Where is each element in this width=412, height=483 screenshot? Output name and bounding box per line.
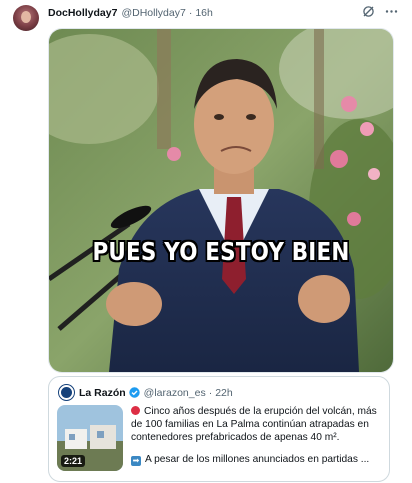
quote-author-handle: @larazon_es — [143, 386, 206, 399]
avatar[interactable] — [13, 5, 39, 31]
quote-author-name: La Razón — [79, 386, 126, 399]
author-name[interactable]: DocHollyday7 — [48, 7, 117, 19]
quote-avatar[interactable] — [59, 385, 74, 400]
quote-video-thumbnail[interactable]: 2:21 — [57, 405, 123, 471]
quote-text-line-2: ➡ A pesar de los millones anunciados en p… — [131, 454, 370, 466]
quote-timestamp: 22h — [215, 386, 233, 399]
quote-text: Cinco años después de la erupción del vo… — [131, 405, 383, 466]
right-arrow-icon: ➡ — [131, 456, 141, 466]
video-duration: 2:21 — [61, 455, 86, 467]
separator-dot: · — [188, 7, 193, 19]
tweet-header: DocHollyday7 @DHollyday7 · 16h — [48, 4, 402, 22]
quote-header: La Razón @larazon_es · 22h — [79, 385, 233, 400]
more-icon[interactable] — [385, 5, 398, 18]
timestamp[interactable]: 16h — [195, 7, 213, 19]
quoted-tweet[interactable]: La Razón @larazon_es · 22h 2:21 Cinco añ… — [48, 376, 390, 482]
verified-badge-icon — [128, 387, 140, 398]
grok-icon[interactable] — [362, 5, 375, 18]
tweet[interactable]: DocHollyday7 @DHollyday7 · 16h PUES YO E… — [0, 0, 412, 483]
tweet-media-image[interactable]: PUES YO ESTOY BIEN — [48, 28, 394, 373]
separator-dot: · — [208, 386, 213, 399]
author-handle[interactable]: @DHollyday7 — [121, 7, 185, 19]
red-circle-icon — [131, 406, 140, 415]
quote-text-line-1: Cinco años después de la erupción del vo… — [131, 406, 377, 443]
meme-caption: PUES YO ESTOY BIEN — [92, 237, 350, 266]
